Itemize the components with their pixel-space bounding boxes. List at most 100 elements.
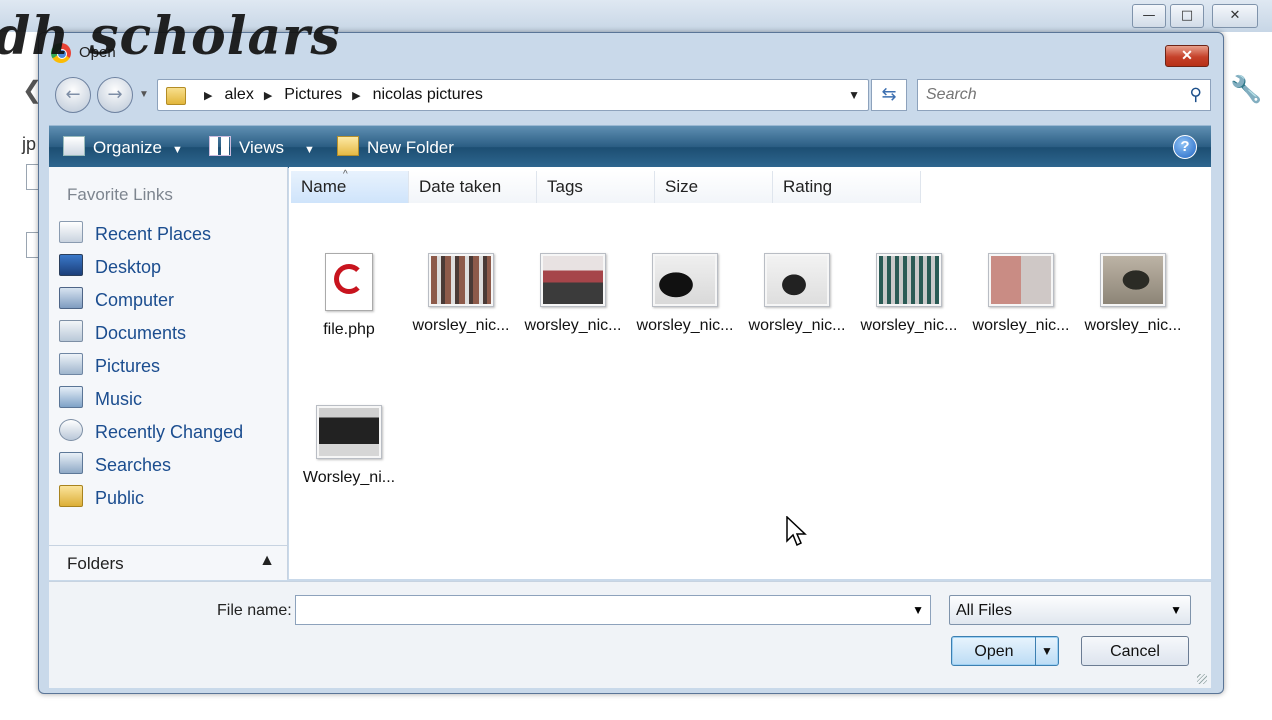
file-name: worsley_nic... [860, 317, 958, 334]
music-icon [59, 386, 83, 408]
image-thumbnail-icon [428, 253, 494, 307]
window-close-button[interactable]: ✕ [1212, 4, 1258, 28]
nav-item-recent-places[interactable]: Recent Places [59, 221, 211, 249]
chevron-down-icon: ▼ [304, 144, 315, 156]
column-header-tags[interactable]: Tags [537, 171, 655, 203]
computer-icon [59, 287, 83, 309]
file-list: ^ Name Date taken Tags Size Rating file.p… [289, 167, 1211, 579]
dialog-close-button[interactable]: ✕ [1165, 45, 1209, 67]
views-button[interactable]: Views ▼ [209, 136, 315, 158]
nav-item-label: Recently Changed [95, 422, 244, 442]
nav-item-public[interactable]: Public [59, 485, 144, 513]
organize-label: Organize [93, 138, 162, 157]
open-label: Open [974, 643, 1014, 660]
address-bar[interactable]: ▶ alex ▶ Pictures ▶ nicolas pictures ▼ [157, 79, 869, 111]
file-item[interactable]: worsley_nic... [629, 253, 741, 335]
maximize-button[interactable]: □ [1170, 4, 1204, 28]
nav-item-recently-changed[interactable]: Recently Changed [59, 419, 243, 447]
help-button[interactable]: ? [1173, 135, 1197, 159]
file-name: Worsley_ni... [302, 469, 396, 486]
folders-toggle[interactable]: Folders ▲ [49, 545, 287, 580]
views-label: Views [239, 138, 285, 157]
file-item[interactable]: file.php [293, 253, 405, 339]
column-header-name[interactable]: ^ Name [291, 169, 409, 203]
image-thumbnail-icon [988, 253, 1054, 307]
history-dropdown-icon[interactable]: ▼ [139, 89, 149, 100]
breadcrumb-arrow-icon[interactable]: ▶ [264, 90, 272, 102]
file-type-select[interactable]: All Files ▼ [949, 595, 1191, 625]
column-header-size[interactable]: Size [655, 171, 773, 203]
new-folder-icon [337, 136, 359, 156]
recently-changed-icon [59, 419, 83, 441]
open-split-dropdown-icon[interactable]: ▼ [1035, 637, 1058, 665]
file-name-dropdown-icon[interactable]: ▼ [912, 603, 924, 617]
file-name: worsley_nic... [524, 317, 622, 334]
nav-item-music[interactable]: Music [59, 386, 142, 414]
nav-item-searches[interactable]: Searches [59, 452, 171, 480]
nav-item-label: Public [95, 488, 145, 508]
nav-item-label: Recent Places [95, 224, 212, 244]
open-button[interactable]: Open ▼ [951, 636, 1059, 666]
file-name: worsley_nic... [972, 317, 1070, 334]
recent-places-icon [59, 221, 83, 243]
nav-item-desktop[interactable]: Desktop [59, 254, 161, 282]
back-button[interactable]: ← [55, 77, 91, 113]
breadcrumb-alex[interactable]: alex [224, 86, 253, 103]
nav-item-computer[interactable]: Computer [59, 287, 174, 315]
new-folder-button[interactable]: New Folder [337, 136, 454, 158]
file-type-value: All Files [956, 602, 1013, 619]
image-thumbnail-icon [316, 405, 382, 459]
file-item[interactable]: Worsley_ni... [293, 405, 405, 487]
dialog-footer: File name: ▼ All Files ▼ Open ▼ Cancel [49, 581, 1211, 688]
column-header-date-taken[interactable]: Date taken [409, 171, 537, 203]
nav-item-label: Searches [95, 455, 172, 475]
cancel-button[interactable]: Cancel [1081, 636, 1189, 666]
nav-item-documents[interactable]: Documents [59, 320, 186, 348]
file-item[interactable]: worsley_nic... [1077, 253, 1189, 335]
column-name-label: Name [301, 177, 347, 196]
file-item[interactable]: worsley_nic... [517, 253, 629, 335]
file-item[interactable]: worsley_nic... [405, 253, 517, 335]
nav-item-label: Pictures [95, 356, 161, 376]
sort-up-icon: ^ [343, 169, 348, 180]
organize-button[interactable]: Organize ▼ [63, 136, 183, 158]
refresh-button[interactable]: ⇆ [871, 79, 907, 111]
views-icon [209, 136, 231, 156]
nav-item-label: Documents [95, 323, 187, 343]
resize-grip-icon[interactable] [1197, 674, 1207, 684]
address-dropdown-icon[interactable]: ▼ [848, 88, 860, 102]
breadcrumb-arrow-icon[interactable]: ▶ [352, 90, 360, 102]
wrench-icon[interactable]: 🔧 [1230, 74, 1262, 105]
file-name-combobox[interactable]: ▼ [295, 595, 931, 625]
breadcrumb-pictures[interactable]: Pictures [284, 86, 342, 103]
searches-icon [59, 452, 83, 474]
nav-item-label: Desktop [95, 257, 162, 277]
navigation-pane: Favorite Links Recent Places Desktop Compu… [49, 167, 288, 579]
nav-item-pictures[interactable]: Pictures [59, 353, 160, 381]
documents-icon [59, 320, 83, 342]
image-thumbnail-icon [540, 253, 606, 307]
forward-button[interactable]: → [97, 77, 133, 113]
chevron-down-icon[interactable]: ▼ [1170, 603, 1182, 617]
column-header-rating[interactable]: Rating [773, 171, 921, 203]
file-item[interactable]: worsley_nic... [853, 253, 965, 335]
image-thumbnail-icon [764, 253, 830, 307]
breadcrumb-nicolas-pictures[interactable]: nicolas pictures [373, 86, 483, 103]
file-item[interactable]: worsley_nic... [965, 253, 1077, 335]
search-input[interactable] [924, 80, 1168, 110]
nav-item-label: Computer [95, 290, 175, 310]
minimize-button[interactable]: — [1132, 4, 1166, 28]
search-icon[interactable]: ⚲ [1190, 85, 1202, 105]
file-name: file.php [323, 321, 375, 338]
image-thumbnail-icon [1100, 253, 1166, 307]
file-item[interactable]: worsley_nic... [741, 253, 853, 335]
folder-icon [166, 87, 186, 105]
search-box[interactable]: ⚲ [917, 79, 1211, 111]
file-name-input[interactable] [300, 596, 894, 624]
breadcrumb-arrow-icon[interactable]: ▶ [204, 90, 212, 102]
pictures-icon [59, 353, 83, 375]
image-thumbnail-icon [652, 253, 718, 307]
command-toolbar: Organize ▼ Views ▼ New Folder ? [49, 125, 1211, 168]
chevron-up-icon[interactable]: ▲ [259, 552, 275, 570]
file-name: worsley_nic... [748, 317, 846, 334]
